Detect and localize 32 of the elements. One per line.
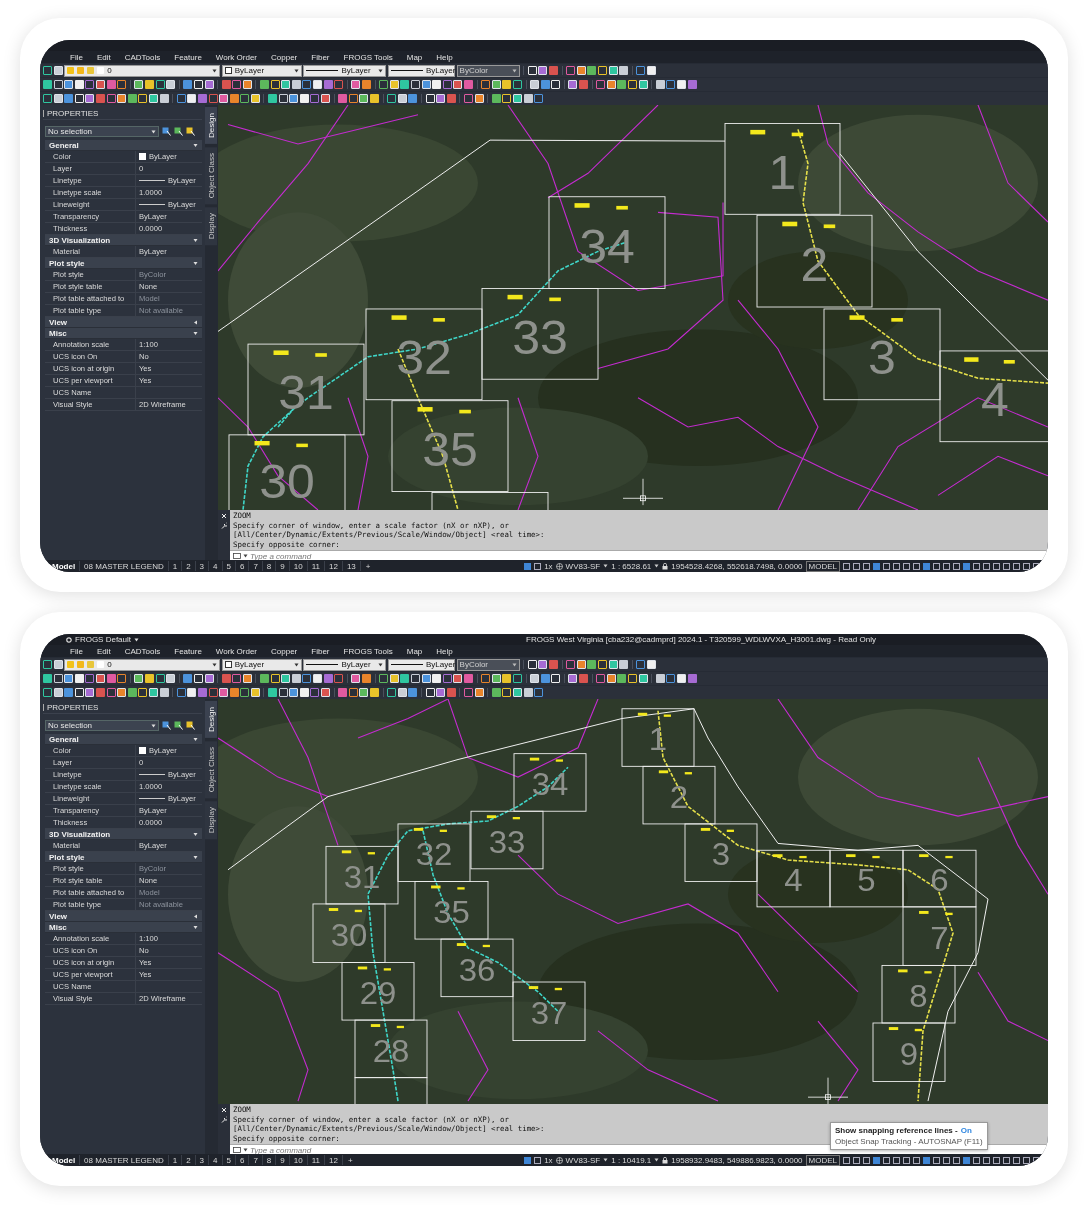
window-title: FROGS West Virginia [cba232@cadmprd] 2024.1 - T320599_WDLWVXA_H3001.dwg - Read Only [526,635,876,644]
sheet-number: 9 [899,1035,919,1073]
panel-title: PROPERTIES [47,108,99,118]
cursor-coordinates: 1954528.4268, 552618.7498, 0.0000 [671,561,803,571]
sheet-number: 37 [530,994,568,1032]
sheet-number: 3 [868,329,896,385]
sheet-number: 2 [800,236,829,292]
sheet-number: 4 [784,861,803,898]
sheet-number: 1 [648,720,668,758]
sheet-number: 35 [422,421,478,476]
sheet-number: 29 [359,974,397,1011]
tooltip-state: On [960,1126,972,1135]
sheet-number: 31 [343,858,381,895]
sheet-number: 30 [330,916,368,953]
sheet-number: 28 [372,1031,410,1069]
sheet-number: 2 [669,778,689,815]
sheet-number: 33 [488,823,526,860]
sheet-number: 32 [396,329,452,385]
sheet-number: 7 [930,919,949,956]
sheet-number: 3 [711,835,731,873]
sheet-number: 36 [458,950,496,988]
panel-title: PROPERTIES [47,702,99,712]
sheet-number: 32 [415,835,453,873]
sheet-number: 8 [909,977,928,1014]
cursor-coordinates: 1958932.9483, 549886.9823, 0.0000 [671,1155,803,1165]
sheet-number: 1 [768,144,797,199]
tooltip-detail: Object Snap Tracking - AUTOSNAP (F11) [835,1136,983,1147]
sheet-number: 6 [930,861,949,898]
sheet-number: 35 [433,893,470,930]
sheet-number: 5 [857,861,876,898]
sheet-number: 33 [512,309,568,364]
tooltip-title: Show snapping reference lines - [835,1126,958,1135]
